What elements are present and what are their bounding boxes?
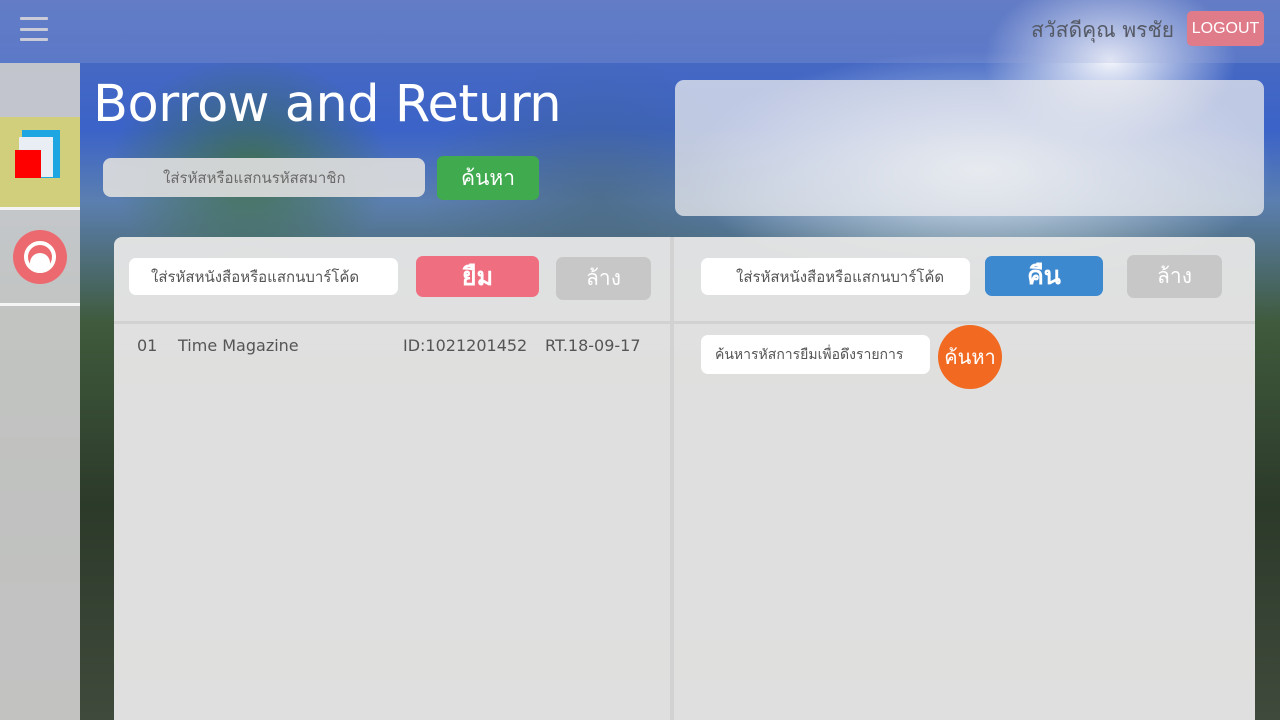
books-icon — [15, 130, 61, 180]
return-book-input[interactable] — [701, 258, 970, 295]
member-search-button[interactable]: ค้นหา — [437, 156, 539, 200]
logout-button[interactable]: LOGOUT — [1187, 11, 1264, 46]
clear-borrow-button[interactable]: ล้าง — [556, 257, 651, 300]
member-info-panel — [675, 80, 1264, 216]
sidebar-item-return[interactable] — [0, 213, 80, 306]
page-title: Borrow and Return — [93, 75, 562, 134]
return-button[interactable]: คืน — [985, 256, 1103, 296]
clear-return-button[interactable]: ล้าง — [1127, 255, 1222, 298]
return-icon — [13, 230, 67, 284]
panel-divider-horizontal — [114, 321, 1255, 324]
member-search-input[interactable] — [103, 158, 425, 197]
panel-divider — [670, 237, 674, 720]
user-greeting: สวัสดีคุณ พรชัย — [1031, 18, 1174, 42]
menu-icon[interactable] — [20, 17, 48, 41]
top-bar: สวัสดีคุณ พรชัย LOGOUT — [0, 0, 1280, 63]
transaction-search-button[interactable]: ค้นหา — [938, 325, 1002, 389]
borrow-book-input[interactable] — [129, 258, 398, 295]
list-item[interactable]: 01 Time Magazine ID:1021201452 RT.18-09-… — [114, 336, 664, 358]
item-title: Time Magazine — [178, 336, 299, 355]
borrow-button[interactable]: ยืม — [416, 256, 539, 297]
sidebar-item-books[interactable] — [0, 117, 80, 210]
item-return-date: RT.18-09-17 — [545, 336, 641, 355]
item-number: 01 — [137, 336, 158, 355]
item-id: ID:1021201452 — [403, 336, 528, 355]
borrow-return-panel: ยืม ล้าง 01 Time Magazine ID:1021201452 … — [114, 237, 1255, 720]
transaction-search-input[interactable] — [701, 335, 930, 374]
sidebar — [0, 63, 80, 720]
